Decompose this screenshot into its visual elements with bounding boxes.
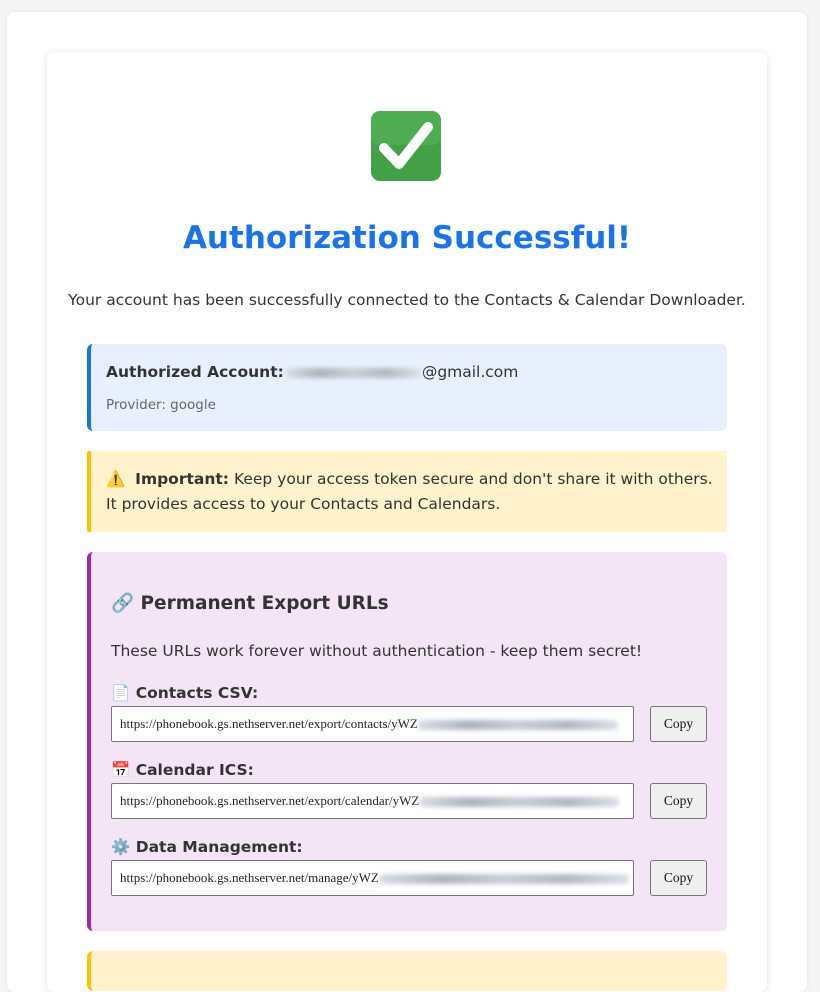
warning-icon: ⚠️ (106, 470, 126, 488)
data-management-label: ⚙️ Data Management: (111, 838, 303, 856)
document-icon: 📄 (111, 684, 131, 702)
next-notice-box (87, 951, 727, 991)
export-urls-description: These URLs work forever without authenti… (111, 642, 643, 660)
account-label: Authorized Account: (106, 363, 284, 381)
gear-icon: ⚙️ (111, 838, 131, 856)
redacted-email-blur (285, 367, 421, 378)
check-mark-icon (371, 111, 441, 181)
data-management-url-text: https://phonebook.gs.nethserver.net/mana… (120, 870, 379, 885)
page-subtitle: Your account has been successfully conne… (68, 291, 746, 309)
calendar-icon: 📅 (111, 761, 131, 779)
contacts-csv-url-input[interactable]: https://phonebook.gs.nethserver.net/expo… (111, 706, 634, 742)
calendar-ics-label-text: Calendar ICS: (135, 761, 254, 779)
account-email: @gmail.com (421, 363, 519, 381)
contacts-csv-url-text: https://phonebook.gs.nethserver.net/expo… (120, 716, 418, 731)
data-management-url-input[interactable]: https://phonebook.gs.nethserver.net/mana… (111, 860, 634, 896)
export-urls-heading: 🔗 Permanent Export URLs (111, 592, 389, 614)
security-warning-box: ⚠️ Important: Keep your access token sec… (87, 451, 727, 532)
page-title: Authorization Successful! (182, 220, 632, 256)
account-line: Authorized Account: @gmail.com (106, 363, 518, 381)
redacted-token-blur (378, 874, 629, 885)
contacts-csv-label: 📄 Contacts CSV: (111, 684, 258, 702)
contacts-csv-label-text: Contacts CSV: (135, 684, 259, 702)
copy-data-management-button[interactable]: Copy (650, 860, 707, 896)
warning-emphasis: Important: (135, 470, 229, 488)
copy-contacts-csv-button[interactable]: Copy (650, 706, 707, 742)
calendar-ics-url-input[interactable]: https://phonebook.gs.nethserver.net/expo… (111, 783, 634, 819)
export-urls-title: Permanent Export URLs (140, 593, 389, 614)
calendar-ics-url-text: https://phonebook.gs.nethserver.net/expo… (120, 793, 420, 808)
redacted-token-blur (419, 797, 620, 808)
export-urls-section: 🔗 Permanent Export URLs These URLs work … (87, 552, 727, 931)
link-icon: 🔗 (111, 593, 135, 614)
data-management-label-text: Data Management: (135, 838, 303, 856)
provider-text: Provider: google (106, 397, 216, 413)
calendar-ics-label: 📅 Calendar ICS: (111, 761, 254, 779)
account-info-box: Authorized Account: @gmail.com Provider: … (87, 344, 727, 431)
copy-calendar-ics-button[interactable]: Copy (650, 783, 707, 819)
warning-message: ⚠️ Important: Keep your access token sec… (106, 467, 716, 517)
redacted-token-blur (417, 720, 618, 731)
